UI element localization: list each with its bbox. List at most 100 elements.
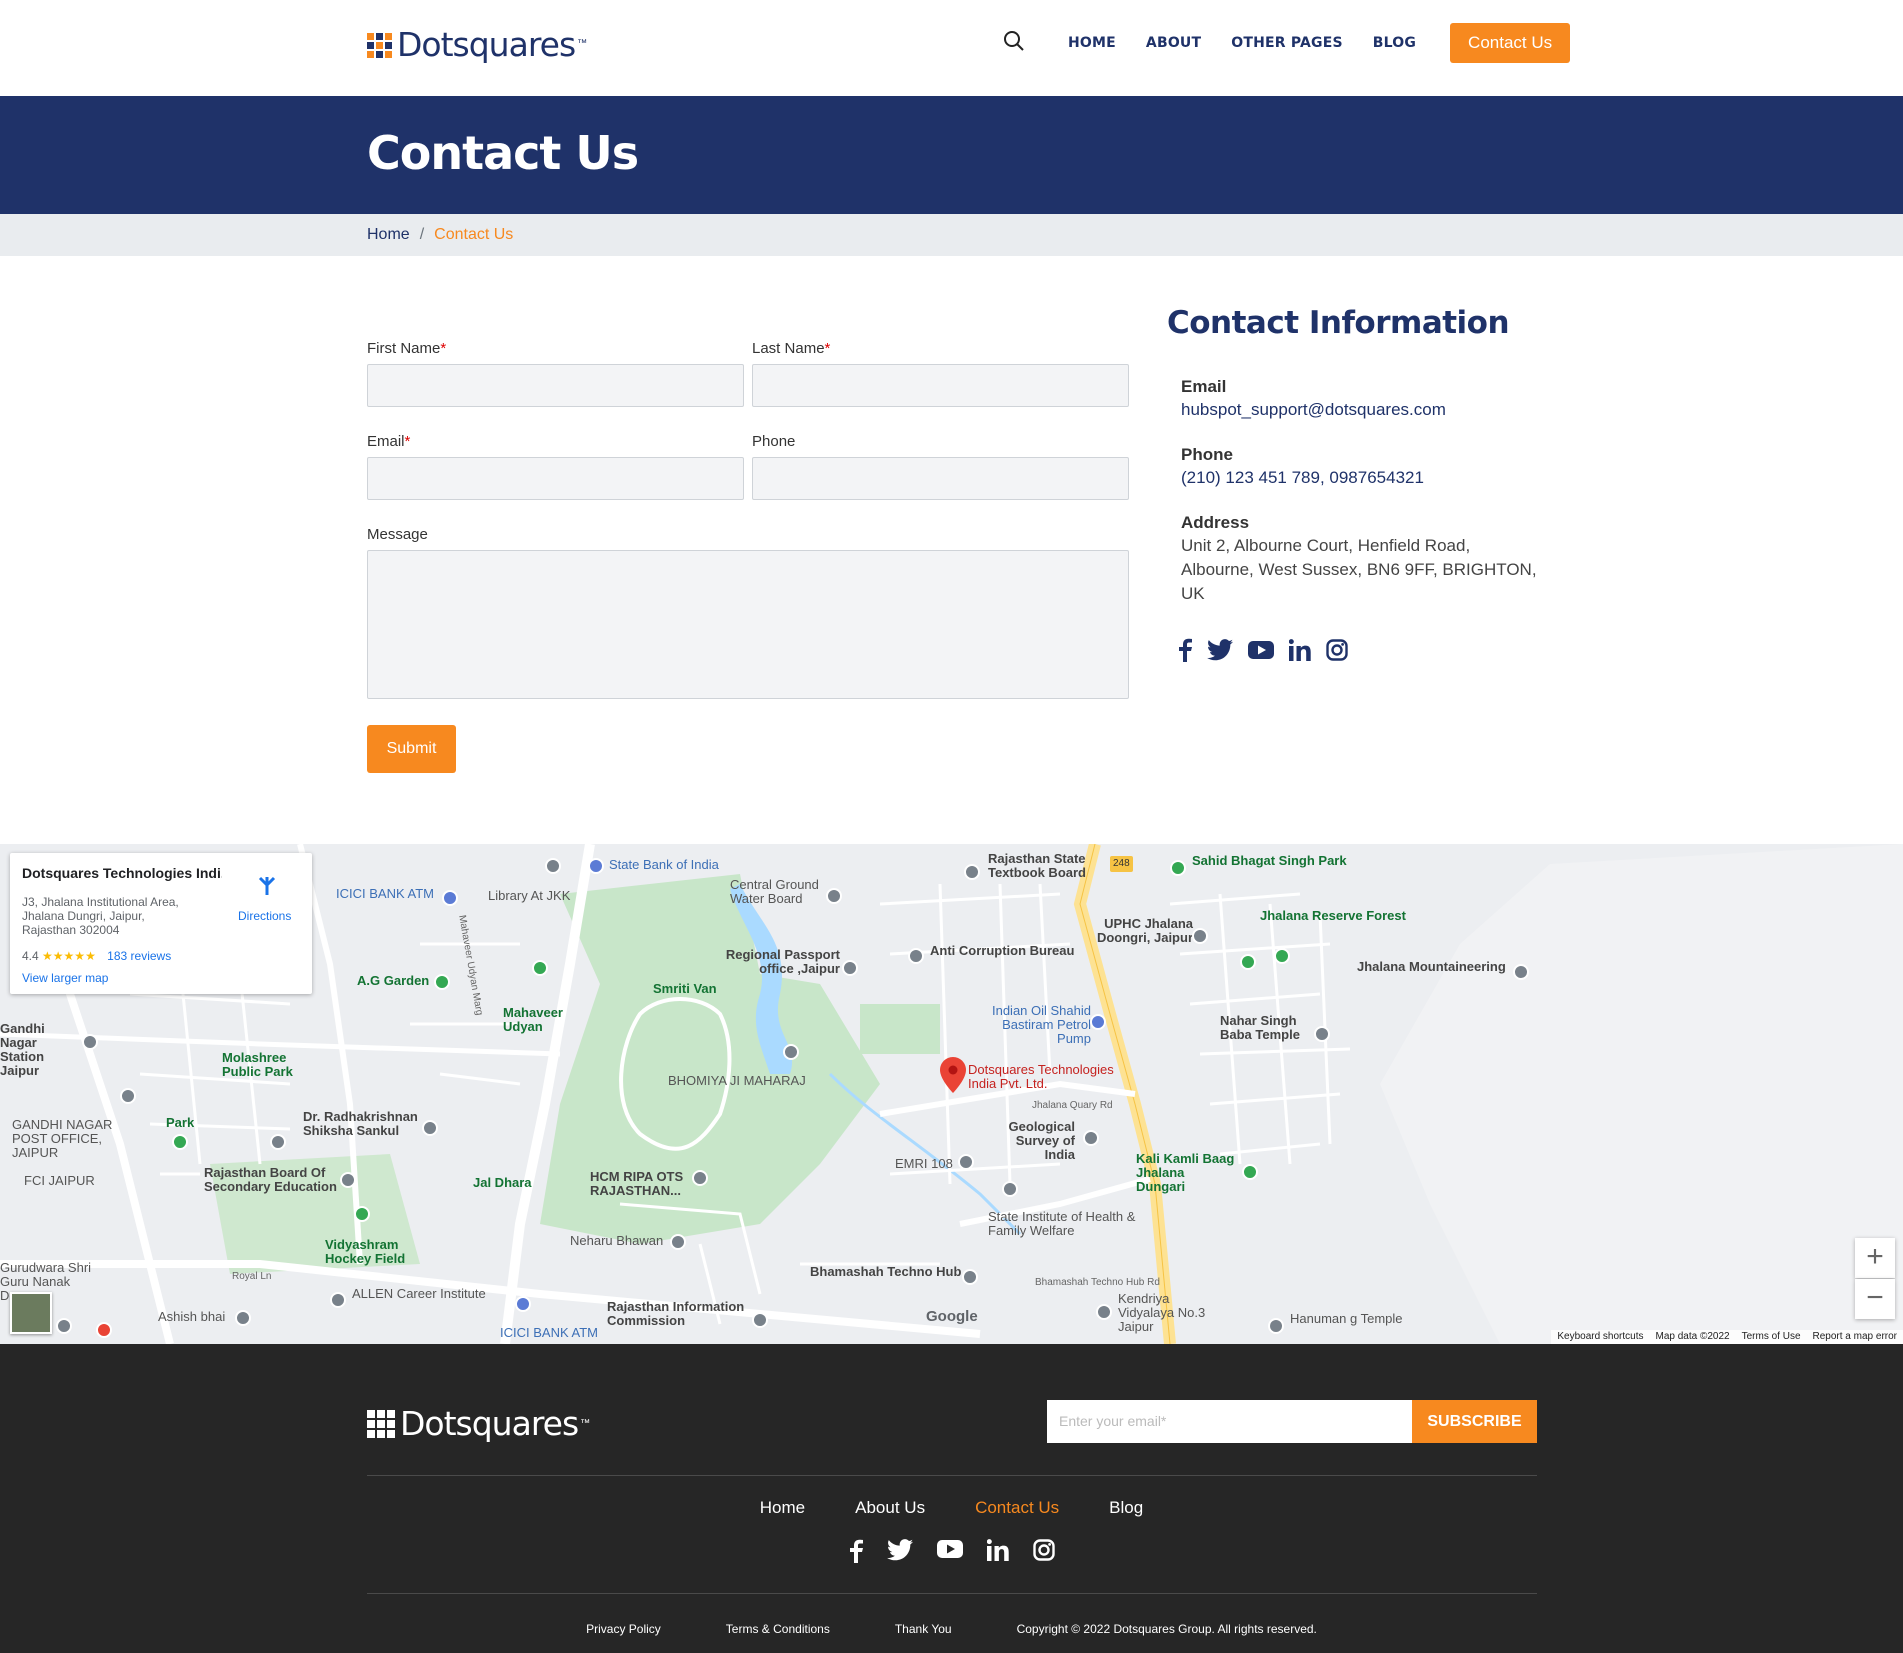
map-poi-pin[interactable] bbox=[964, 864, 980, 880]
map-park-pin[interactable] bbox=[1242, 1164, 1258, 1180]
map-poi-pin[interactable] bbox=[1268, 1318, 1284, 1334]
youtube-icon[interactable] bbox=[936, 1539, 963, 1568]
map-poi-pin[interactable] bbox=[82, 1034, 98, 1050]
map-poi-pin[interactable] bbox=[752, 1312, 768, 1328]
map-park-pin[interactable] bbox=[172, 1134, 188, 1150]
map-poi-pin[interactable] bbox=[340, 1172, 356, 1188]
map-park-pin[interactable] bbox=[1274, 948, 1290, 964]
map-poi-pin[interactable] bbox=[1083, 1130, 1099, 1146]
map-label: Nahar Singh Baba Temple bbox=[1220, 1013, 1300, 1042]
hospital-pin-icon[interactable] bbox=[96, 1322, 112, 1338]
map-label: Geological Survey of India bbox=[1008, 1119, 1075, 1162]
map-label: Neharu Bhawan bbox=[570, 1233, 664, 1248]
map-poi-pin[interactable] bbox=[670, 1234, 686, 1250]
view-larger-map-link[interactable]: View larger map bbox=[22, 971, 108, 985]
footer-link-about[interactable]: About Us bbox=[855, 1498, 925, 1518]
map-poi-pin[interactable] bbox=[120, 1088, 136, 1104]
map-poi-pin[interactable] bbox=[1513, 964, 1529, 980]
phone-field[interactable] bbox=[752, 457, 1129, 500]
map-poi-pin[interactable] bbox=[962, 1269, 978, 1285]
map-poi-pin[interactable] bbox=[330, 1292, 346, 1308]
place-address: J3, Jhalana Institutional Area, Jhalana … bbox=[22, 895, 179, 937]
map-poi-pin[interactable] bbox=[56, 1318, 72, 1334]
map-poi-pin[interactable] bbox=[1314, 1026, 1330, 1042]
map-poi-pin[interactable] bbox=[270, 1134, 286, 1150]
instagram-icon[interactable] bbox=[1326, 639, 1348, 666]
directions-icon[interactable] bbox=[256, 875, 278, 897]
youtube-icon[interactable] bbox=[1248, 640, 1274, 665]
submit-button[interactable]: Submit bbox=[367, 725, 456, 773]
footer-link-blog[interactable]: Blog bbox=[1109, 1498, 1143, 1518]
map-poi-pin[interactable] bbox=[826, 888, 842, 904]
email-heading: Email bbox=[1181, 377, 1227, 396]
map-poi-pin[interactable] bbox=[235, 1310, 251, 1326]
location-marker-icon[interactable] bbox=[940, 1057, 966, 1093]
zoom-in-button[interactable]: + bbox=[1855, 1238, 1895, 1278]
site-logo[interactable]: Dotsquares ™ bbox=[367, 25, 587, 64]
map-poi-pin[interactable] bbox=[783, 1044, 799, 1060]
message-textarea[interactable] bbox=[367, 550, 1129, 699]
email-link[interactable]: hubspot_support@dotsquares.com bbox=[1181, 398, 1446, 422]
breadcrumb-home[interactable]: Home bbox=[367, 226, 410, 244]
map-poi-pin[interactable] bbox=[515, 1296, 531, 1312]
footer-logo[interactable]: Dotsquares ™ bbox=[367, 1404, 590, 1443]
map-poi-pin[interactable] bbox=[1192, 928, 1208, 944]
map-poi-pin[interactable] bbox=[1002, 1181, 1018, 1197]
nav-home[interactable]: HOME bbox=[1068, 35, 1116, 51]
map-poi-pin[interactable] bbox=[692, 1170, 708, 1186]
map-park-pin[interactable] bbox=[532, 960, 548, 976]
satellite-toggle[interactable] bbox=[10, 1292, 52, 1334]
instagram-icon[interactable] bbox=[1032, 1539, 1055, 1568]
breadcrumb-separator: / bbox=[419, 226, 425, 243]
map-poi-pin[interactable] bbox=[958, 1154, 974, 1170]
map-terms-link[interactable]: Terms of Use bbox=[1742, 1330, 1801, 1344]
map-poi-pin[interactable] bbox=[442, 890, 458, 906]
email-field[interactable] bbox=[367, 457, 744, 500]
map-park-pin[interactable] bbox=[354, 1206, 370, 1222]
map-park-pin[interactable] bbox=[434, 974, 450, 990]
privacy-policy-link[interactable]: Privacy Policy bbox=[586, 1622, 661, 1636]
zoom-out-button[interactable]: − bbox=[1855, 1279, 1895, 1319]
linkedin-icon[interactable] bbox=[1288, 639, 1311, 666]
facebook-icon[interactable] bbox=[849, 1539, 863, 1568]
footer-link-home[interactable]: Home bbox=[760, 1498, 805, 1518]
subscribe-button[interactable]: SUBSCRIBE bbox=[1412, 1400, 1537, 1443]
map-poi-pin[interactable] bbox=[1090, 1014, 1106, 1030]
footer-bottom: Privacy Policy Terms & Conditions Thank … bbox=[0, 1622, 1903, 1636]
map-poi-pin[interactable] bbox=[842, 960, 858, 976]
logo-text: Dotsquares bbox=[397, 25, 576, 64]
map-poi-pin[interactable] bbox=[545, 858, 561, 874]
twitter-icon[interactable] bbox=[886, 1539, 913, 1568]
linkedin-icon[interactable] bbox=[986, 1539, 1009, 1568]
map-park-pin[interactable] bbox=[1170, 860, 1186, 876]
reviews-link[interactable]: 183 reviews bbox=[107, 949, 171, 963]
facebook-icon[interactable] bbox=[1178, 638, 1192, 667]
footer-link-contact[interactable]: Contact Us bbox=[975, 1498, 1059, 1518]
nav-blog[interactable]: BLOG bbox=[1373, 35, 1416, 51]
search-icon[interactable] bbox=[1003, 30, 1029, 56]
map-poi-pin[interactable] bbox=[908, 948, 924, 964]
nav-other-pages[interactable]: OTHER PAGES bbox=[1231, 35, 1343, 51]
last-name-field[interactable] bbox=[752, 364, 1129, 407]
phone-link[interactable]: (210) 123 451 789, 0987654321 bbox=[1181, 466, 1424, 490]
map-label: Library At JKK bbox=[488, 888, 571, 903]
nav-about[interactable]: ABOUT bbox=[1146, 35, 1201, 51]
map-poi-pin[interactable] bbox=[1096, 1304, 1112, 1320]
map-label: Gandhi Nagar Station Jaipur bbox=[0, 1021, 45, 1078]
map-poi-pin[interactable] bbox=[588, 858, 604, 874]
twitter-icon[interactable] bbox=[1207, 639, 1233, 666]
contact-us-button[interactable]: Contact Us bbox=[1450, 23, 1571, 63]
rating-value: 4.4 bbox=[22, 949, 39, 963]
map-label: ICICI BANK ATM bbox=[336, 886, 434, 901]
map-park-pin[interactable] bbox=[1240, 954, 1256, 970]
thank-you-link[interactable]: Thank You bbox=[895, 1622, 952, 1636]
main-nav: HOME ABOUT OTHER PAGES BLOG Contact Us bbox=[1003, 23, 1571, 63]
keyboard-shortcuts-link[interactable]: Keyboard shortcuts bbox=[1557, 1330, 1643, 1344]
directions-link[interactable]: Directions bbox=[238, 909, 291, 923]
terms-link[interactable]: Terms & Conditions bbox=[726, 1622, 830, 1636]
report-map-error-link[interactable]: Report a map error bbox=[1813, 1330, 1897, 1344]
subscribe-email-input[interactable]: Enter your email* bbox=[1047, 1400, 1412, 1443]
first-name-field[interactable] bbox=[367, 364, 744, 407]
map-poi-pin[interactable] bbox=[422, 1120, 438, 1136]
embedded-map[interactable]: Rajasthan State Textbook Board Sahid Bha… bbox=[0, 844, 1903, 1344]
